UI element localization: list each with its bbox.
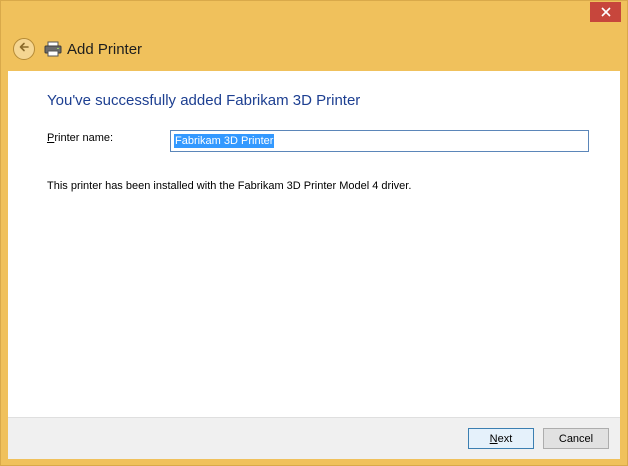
close-button[interactable] — [590, 2, 621, 22]
printer-icon — [43, 39, 63, 59]
next-button[interactable]: Next — [468, 428, 534, 449]
printer-name-input[interactable]: Fabrikam 3D Printer — [170, 130, 589, 152]
cancel-button[interactable]: Cancel — [543, 428, 609, 449]
wizard-footer: Next Cancel — [8, 417, 620, 459]
printer-name-value: Fabrikam 3D Printer — [174, 134, 275, 148]
printer-name-label-text: rinter name: — [54, 132, 114, 144]
back-arrow-icon — [18, 40, 30, 58]
window-title: Add Printer — [67, 40, 143, 58]
wizard-content: You've successfully added Fabrikam 3D Pr… — [8, 71, 620, 417]
close-icon — [600, 7, 611, 17]
add-printer-window: Add Printer You've successfully added Fa… — [0, 0, 628, 466]
printer-name-label: Printer name: — [47, 132, 113, 144]
cancel-button-label: Cancel — [558, 432, 594, 445]
title-bar: Add Printer — [13, 34, 142, 64]
back-button[interactable] — [13, 38, 35, 60]
install-info-text: This printer has been installed with the… — [47, 180, 412, 192]
page-heading: You've successfully added Fabrikam 3D Pr… — [47, 92, 361, 109]
next-button-label: ext — [497, 432, 513, 445]
next-button-accesskey: N — [489, 432, 498, 445]
